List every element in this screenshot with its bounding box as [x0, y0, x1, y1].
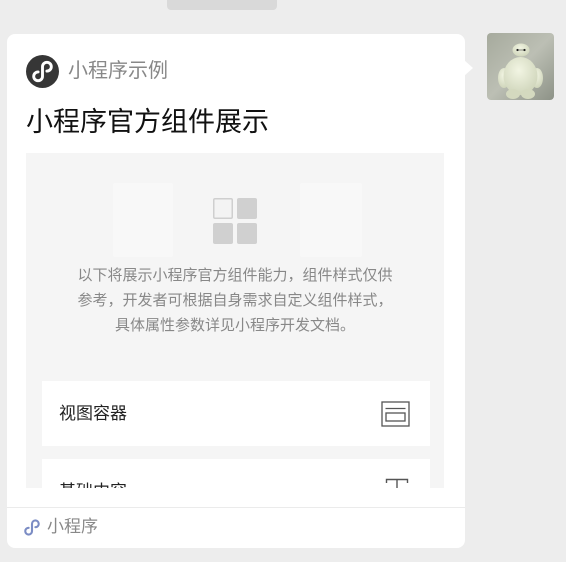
- card-divider: [7, 507, 465, 508]
- preview-item-label: 视图容器: [59, 404, 127, 423]
- footer-label: 小程序: [47, 517, 98, 536]
- view-container-icon: [381, 401, 410, 432]
- avatar[interactable]: [487, 33, 554, 100]
- preview-background-panel: [113, 183, 173, 257]
- timestamp-pill: [167, 0, 277, 10]
- mini-program-logo-icon: [26, 55, 59, 88]
- app-name: 小程序示例: [68, 60, 168, 82]
- preview-background-panel: [300, 183, 362, 257]
- preview-intro-text: 以下将展示小程序官方组件能力，组件样式仅供 参考，开发者可根据自身需求自定义组件…: [26, 263, 444, 338]
- mini-program-icon: [24, 519, 40, 536]
- intro-line: 参考，开发者可根据自身需求自定义组件样式，: [77, 292, 393, 309]
- card-title: 小程序官方组件展示: [26, 107, 269, 137]
- text-icon: [385, 478, 409, 488]
- preview-item-view-container: 视图容器: [42, 381, 430, 446]
- preview-item-basic-content: 基础内容: [42, 459, 430, 488]
- intro-line: 以下将展示小程序官方组件能力，组件样式仅供: [77, 267, 393, 284]
- bubble-arrow: [464, 60, 473, 76]
- intro-line: 具体属性参数详见小程序开发文档。: [114, 317, 355, 334]
- mini-program-card[interactable]: 小程序示例 小程序官方组件展示 以下将展示小程序官方组件能力，组件样式仅供 参考…: [7, 34, 473, 548]
- preview-item-label: 基础内容: [59, 459, 127, 488]
- card-preview-image: 以下将展示小程序官方组件能力，组件样式仅供 参考，开发者可根据自身需求自定义组件…: [26, 153, 444, 488]
- component-grid-icon: [213, 198, 257, 244]
